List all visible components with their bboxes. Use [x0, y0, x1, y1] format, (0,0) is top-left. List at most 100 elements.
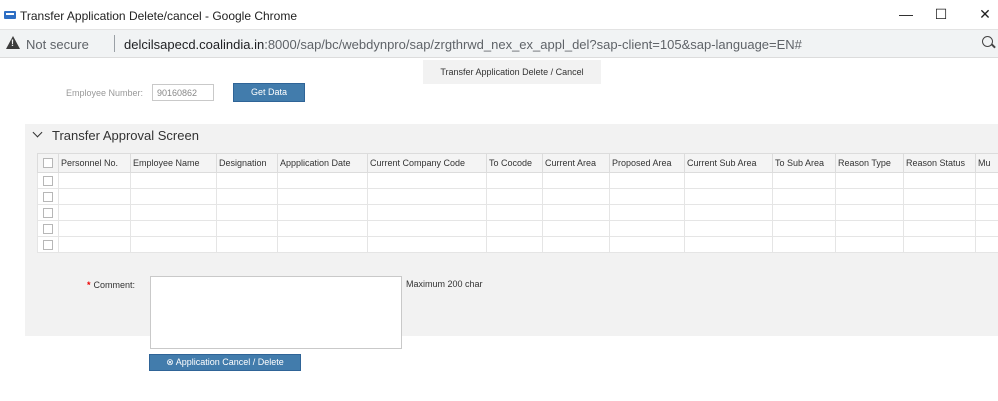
table-cell[interactable] [367, 188, 487, 205]
table-cell[interactable] [609, 220, 685, 237]
maximize-button[interactable]: ☐ [928, 3, 954, 25]
table-cell[interactable] [486, 220, 543, 237]
table-cell[interactable] [58, 220, 131, 237]
table-cell[interactable] [130, 204, 217, 221]
row-select-cell[interactable] [37, 172, 59, 189]
column-header[interactable]: Current Sub Area [684, 153, 773, 173]
table-cell[interactable] [684, 204, 773, 221]
url-path[interactable]: :8000/sap/bc/webdynpro/sap/zrgthrwd_nex_… [264, 37, 802, 52]
table-cell[interactable] [903, 236, 976, 253]
table-cell[interactable] [58, 172, 131, 189]
table-cell[interactable] [772, 172, 836, 189]
table-row[interactable] [37, 204, 998, 221]
table-cell[interactable] [975, 172, 998, 189]
table-cell[interactable] [367, 172, 487, 189]
row-select-cell[interactable] [37, 220, 59, 237]
table-cell[interactable] [835, 220, 904, 237]
comment-textarea[interactable] [150, 276, 402, 349]
table-cell[interactable] [975, 188, 998, 205]
row-select-cell[interactable] [37, 236, 59, 253]
table-cell[interactable] [609, 236, 685, 253]
table-cell[interactable] [486, 172, 543, 189]
table-cell[interactable] [684, 220, 773, 237]
table-cell[interactable] [772, 220, 836, 237]
column-header[interactable]: Reason Type [835, 153, 904, 173]
chevron-down-icon[interactable] [32, 127, 43, 138]
column-header[interactable]: Mu [975, 153, 998, 173]
table-cell[interactable] [58, 236, 131, 253]
select-all-checkbox[interactable] [43, 158, 53, 168]
row-select-cell[interactable] [37, 204, 59, 221]
table-cell[interactable] [216, 172, 278, 189]
table-cell[interactable] [542, 204, 610, 221]
table-cell[interactable] [277, 188, 368, 205]
table-cell[interactable] [277, 172, 368, 189]
select-all-cell[interactable] [37, 153, 59, 173]
column-header[interactable]: Proposed Area [609, 153, 685, 173]
table-cell[interactable] [835, 188, 904, 205]
table-cell[interactable] [772, 188, 836, 205]
employee-number-input[interactable]: 90160862 [152, 84, 214, 101]
table-cell[interactable] [835, 236, 904, 253]
column-header[interactable]: Personnel No. [58, 153, 131, 173]
security-status[interactable]: Not secure [26, 37, 89, 52]
table-cell[interactable] [216, 236, 278, 253]
table-cell[interactable] [903, 220, 976, 237]
warning-icon[interactable] [6, 36, 20, 49]
table-cell[interactable] [975, 204, 998, 221]
table-cell[interactable] [903, 172, 976, 189]
url-text[interactable]: delcilsapecd.coalindia.in:8000/sap/bc/we… [124, 37, 802, 52]
column-header[interactable]: Reason Status [903, 153, 976, 173]
column-header[interactable]: Current Company Code [367, 153, 487, 173]
url-host[interactable]: delcilsapecd.coalindia.in [124, 37, 264, 52]
table-cell[interactable] [903, 204, 976, 221]
zoom-icon[interactable] [982, 36, 993, 47]
table-cell[interactable] [542, 188, 610, 205]
table-cell[interactable] [486, 236, 543, 253]
table-cell[interactable] [367, 204, 487, 221]
table-cell[interactable] [58, 188, 131, 205]
table-cell[interactable] [772, 236, 836, 253]
table-cell[interactable] [277, 204, 368, 221]
column-header[interactable]: To Cocode [486, 153, 543, 173]
table-cell[interactable] [58, 204, 131, 221]
table-cell[interactable] [835, 204, 904, 221]
address-bar[interactable]: Not secure delcilsapecd.coalindia.in:800… [0, 30, 998, 58]
column-header[interactable]: Current Area [542, 153, 610, 173]
table-cell[interactable] [216, 220, 278, 237]
table-cell[interactable] [684, 188, 773, 205]
panel-header[interactable]: Transfer Approval Screen [25, 124, 998, 146]
table-cell[interactable] [835, 172, 904, 189]
application-cancel-button[interactable]: ⊗ Application Cancel / Delete [149, 354, 301, 371]
column-header[interactable]: Appplication Date [277, 153, 368, 173]
table-cell[interactable] [609, 188, 685, 205]
table-row[interactable] [37, 172, 998, 189]
table-cell[interactable] [367, 236, 487, 253]
get-data-button[interactable]: Get Data [233, 83, 305, 102]
table-cell[interactable] [903, 188, 976, 205]
table-row[interactable] [37, 220, 998, 237]
table-cell[interactable] [542, 172, 610, 189]
table-cell[interactable] [542, 236, 610, 253]
row-checkbox[interactable] [43, 239, 53, 250]
table-cell[interactable] [486, 188, 543, 205]
table-cell[interactable] [130, 220, 217, 237]
table-cell[interactable] [130, 172, 217, 189]
table-cell[interactable] [542, 220, 610, 237]
table-row[interactable] [37, 188, 998, 205]
minimize-button[interactable]: — [893, 3, 919, 25]
table-cell[interactable] [367, 220, 487, 237]
table-cell[interactable] [609, 172, 685, 189]
table-cell[interactable] [975, 236, 998, 253]
row-checkbox[interactable] [43, 175, 53, 186]
column-header[interactable]: Designation [216, 153, 278, 173]
table-cell[interactable] [130, 236, 217, 253]
table-cell[interactable] [486, 204, 543, 221]
column-header[interactable]: Employee Name [130, 153, 217, 173]
table-cell[interactable] [975, 220, 998, 237]
table-cell[interactable] [216, 188, 278, 205]
table-cell[interactable] [277, 220, 368, 237]
table-cell[interactable] [609, 204, 685, 221]
column-header[interactable]: To Sub Area [772, 153, 836, 173]
table-cell[interactable] [216, 204, 278, 221]
